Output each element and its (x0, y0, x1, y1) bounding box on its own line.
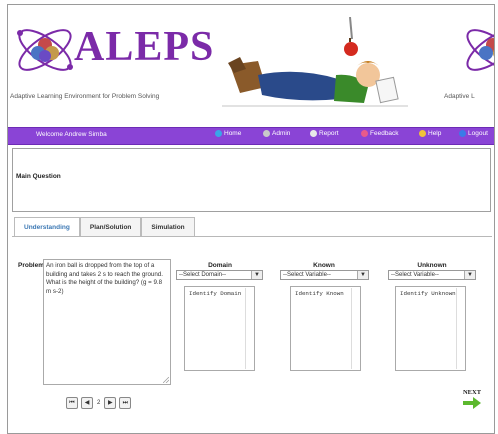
tab-divider (12, 236, 492, 237)
known-listbox[interactable]: Identify Known (290, 286, 361, 371)
app-window: ALEPS Adaptive Learning Environment for … (7, 4, 495, 434)
atom-logo-icon (466, 29, 494, 71)
welcome-text: Welcome Andrew Simba (36, 131, 107, 138)
last-page-button[interactable]: ⏭ (119, 397, 132, 409)
scrollbar[interactable] (351, 288, 359, 369)
logout-icon (459, 130, 466, 137)
domain-list-item[interactable]: Identify Domain (189, 290, 241, 297)
top-navbar: Welcome Andrew Simba Home Admin Report F… (8, 127, 494, 145)
nav-feedback[interactable]: Feedback (361, 130, 399, 137)
domain-select-value: --Select Domain-- (179, 272, 227, 278)
scrollbar[interactable] (245, 288, 253, 369)
page-header: ALEPS Adaptive Learning Environment for … (8, 5, 494, 127)
chevron-down-icon: ▼ (251, 271, 262, 279)
admin-icon (263, 130, 270, 137)
help-icon (419, 130, 426, 137)
next-button[interactable]: NEXT (462, 389, 482, 415)
known-select[interactable]: --Select Variable-- ▼ (280, 270, 369, 280)
domain-heading: Domain (208, 262, 232, 269)
resize-handle-icon[interactable] (163, 377, 169, 383)
unknown-heading: Unknown (417, 262, 447, 269)
main-question-label: Main Question (16, 173, 61, 180)
scrollbar[interactable] (456, 288, 464, 369)
nav-report[interactable]: Report (310, 130, 339, 137)
home-icon (215, 130, 222, 137)
chevron-down-icon: ▼ (464, 271, 475, 279)
unknown-select[interactable]: --Select Variable-- ▼ (388, 270, 476, 280)
next-label: NEXT (462, 389, 482, 396)
nav-home[interactable]: Home (215, 130, 241, 137)
unknown-listbox[interactable]: Identify Unknown (395, 286, 466, 371)
unknown-list-item[interactable]: Identify Unknown (400, 290, 456, 297)
nav-help[interactable]: Help (419, 130, 441, 137)
nav-help-label: Help (428, 130, 442, 137)
chevron-down-icon: ▼ (357, 271, 368, 279)
nav-feedback-label: Feedback (370, 130, 399, 137)
tab-understanding[interactable]: Understanding (14, 217, 80, 236)
logo-tagline: Adaptive Learning Environment for Proble… (10, 93, 160, 100)
nav-admin[interactable]: Admin (263, 130, 290, 137)
tab-simulation[interactable]: Simulation (141, 217, 195, 236)
tab-bar: Understanding Plan/Solution Simulation (14, 217, 195, 237)
tab-plan-solution[interactable]: Plan/Solution (79, 217, 142, 236)
nav-admin-label: Admin (272, 130, 291, 137)
nav-report-label: Report (319, 130, 339, 137)
first-page-button[interactable]: ⏮ (66, 397, 78, 409)
next-page-button[interactable]: ▶ (104, 397, 117, 409)
arrow-right-icon (463, 397, 481, 409)
nav-logout-label: Logout (468, 130, 488, 137)
report-icon (310, 130, 317, 137)
atom-logo-icon (17, 29, 73, 71)
problem-textarea[interactable]: An iron ball is dropped from the top of … (43, 259, 171, 385)
known-select-value: --Select Variable-- (283, 272, 331, 278)
unknown-select-value: --Select Variable-- (391, 272, 439, 278)
student-reading-illustration (222, 17, 408, 107)
logo-tagline-repeat: Adaptive L (444, 93, 475, 100)
nav-logout[interactable]: Logout (459, 130, 488, 137)
aleps-logo[interactable]: ALEPS Adaptive Learning Environment for … (10, 15, 213, 110)
problem-text: An iron ball is dropped from the top of … (46, 262, 163, 295)
known-heading: Known (313, 262, 335, 269)
main-question-panel: Main Question (12, 148, 491, 212)
problem-label: Problem (18, 262, 45, 269)
logo-title: ALEPS (74, 24, 215, 70)
domain-select[interactable]: --Select Domain-- ▼ (176, 270, 263, 280)
pagination: ⏮ ◀ 2 ▶ ⏭ (66, 397, 132, 409)
feedback-icon (361, 130, 368, 137)
domain-listbox[interactable]: Identify Domain (184, 286, 255, 371)
prev-page-button[interactable]: ◀ (81, 397, 93, 409)
known-list-item[interactable]: Identify Known (295, 290, 344, 297)
page-number: 2 (97, 400, 101, 406)
nav-home-label: Home (224, 130, 242, 137)
